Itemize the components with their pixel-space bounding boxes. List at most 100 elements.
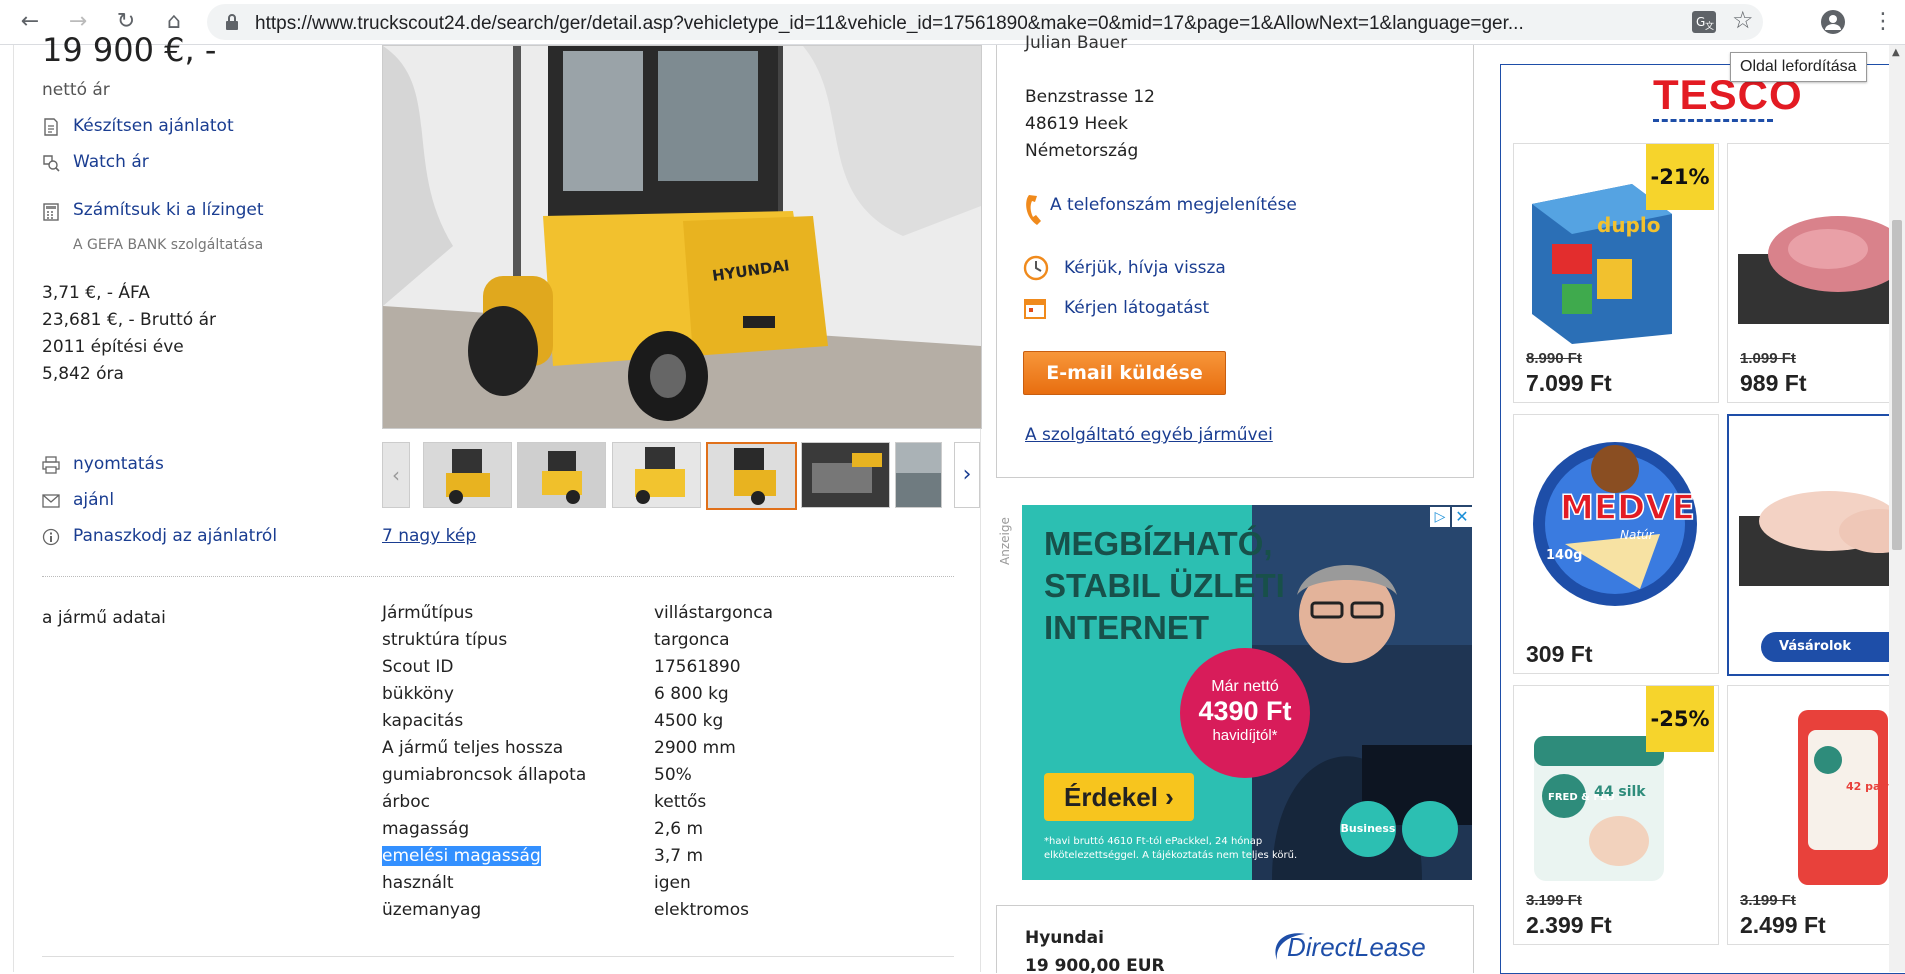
spec-value: elektromos <box>654 900 749 920</box>
ad-creative[interactable]: MEGBÍZHATÓ, STABIL ÜZLETI INTERNET Már n… <box>1022 505 1472 880</box>
svg-text:Natúr: Natúr <box>1620 528 1655 542</box>
spec-label: Scout ID <box>382 657 454 677</box>
seller-street: Benzstrasse 12 <box>1025 87 1155 107</box>
ad-close-icon[interactable]: ✕ <box>1452 507 1472 527</box>
spec-value: igen <box>654 873 691 893</box>
spec-label: bükköny <box>382 684 454 704</box>
watch-price-link[interactable]: Watch ár <box>73 152 149 172</box>
meat-image <box>1738 216 1905 324</box>
translate-tooltip: Oldal lefordítása <box>1730 52 1867 82</box>
tesco-logo-stripes <box>1653 119 1773 130</box>
ad-banner[interactable]: Anzeige MEGBÍZHATÓ, STABIL ÜZLETI INTERN… <box>996 505 1472 880</box>
specs-section-title: a jármű adatai <box>42 608 166 628</box>
ad-choices-icon[interactable]: ▷ <box>1430 507 1450 527</box>
translate-icon[interactable]: G文 <box>1691 10 1717 34</box>
scrollbar-thumb[interactable] <box>1892 220 1902 550</box>
tesco-product-5[interactable]: FRED & FLO 44 silk -25% 3.199 Ft 2.399 F… <box>1513 685 1719 945</box>
gallery-thumb-3[interactable] <box>612 442 701 508</box>
mail-icon <box>42 494 60 508</box>
seller-country: Németország <box>1025 141 1139 161</box>
ad-upc-logo <box>1402 801 1458 857</box>
gallery-thumb-4-selected[interactable] <box>706 442 797 510</box>
pants-pack-image: 42 pants <box>1798 710 1898 885</box>
tesco-product-2[interactable]: -1 1.099 Ft 989 Ft <box>1727 143 1905 403</box>
scrollbar-track[interactable]: ▲ <box>1889 45 1905 972</box>
tesco-ad[interactable]: TESCO duplo -21% 8.990 Ft 7.099 Ft -1 1.… <box>1500 64 1905 974</box>
hours-fact: 5,842 óra <box>42 364 124 384</box>
tesco-product-6[interactable]: 42 pants -2 3.199 Ft 2.499 Ft <box>1727 685 1905 945</box>
profile-icon[interactable] <box>1820 9 1846 35</box>
seller-card: Julian Bauer Benzstrasse 12 48619 Heek N… <box>996 33 1474 478</box>
show-phone-link[interactable]: A telefonszám megjelenítése <box>1050 195 1297 215</box>
spec-label: üzemanyag <box>382 900 482 920</box>
visit-request-link[interactable]: Kérjen látogatást <box>1064 298 1209 318</box>
address-bar[interactable]: https://www.truckscout24.de/search/ger/d… <box>207 4 1763 40</box>
related-make: Hyundai <box>1025 928 1104 948</box>
callback-link[interactable]: Kérjük, hívja vissza <box>1064 258 1226 278</box>
seller-name: Julian Bauer <box>1025 33 1128 53</box>
spec-label: A jármű teljes hossza <box>382 738 564 758</box>
print-link[interactable]: nyomtatás <box>73 454 164 474</box>
other-vehicles-link[interactable]: A szolgáltató egyéb járművei <box>1025 425 1273 445</box>
spec-label-selected: emelési magasság <box>382 846 541 866</box>
new-price: 2.499 Ft <box>1740 912 1826 938</box>
document-icon <box>44 118 58 136</box>
spec-label: árboc <box>382 792 430 812</box>
complain-link[interactable]: Panaszkodj az ajánlatról <box>73 526 277 546</box>
svg-text:140g: 140g <box>1546 548 1582 563</box>
new-price: 989 Ft <box>1740 370 1807 396</box>
callback-clock-icon <box>1023 255 1049 281</box>
spec-value: 50% <box>654 765 692 785</box>
phone-icon <box>1026 195 1041 225</box>
year-fact: 2011 építési éve <box>42 337 184 357</box>
main-vehicle-photo[interactable]: HYUNDAI <box>382 45 982 429</box>
gallery-thumb-6[interactable] <box>895 442 942 508</box>
spec-label: kapacitás <box>382 711 464 731</box>
price: 19 900 €, - <box>42 31 217 69</box>
tesco-product-1[interactable]: duplo -21% 8.990 Ft 7.099 Ft <box>1513 143 1719 403</box>
ad-cta-button[interactable]: Érdekel › <box>1044 773 1194 821</box>
net-price-label: nettó ár <box>42 80 110 100</box>
info-icon <box>42 528 60 546</box>
email-send-button[interactable]: E-mail küldése <box>1023 351 1226 395</box>
gross-price-fact: 23,681 €, - Bruttó ár <box>42 310 217 330</box>
watch-price-icon <box>43 155 60 172</box>
spec-value: villástargonca <box>654 603 774 623</box>
gallery-prev-button[interactable]: ‹ <box>382 442 410 508</box>
gallery-thumb-5[interactable] <box>801 442 890 508</box>
new-price: 2.399 Ft <box>1526 912 1612 938</box>
page-border-left <box>13 45 14 972</box>
leasing-link[interactable]: Számítsuk ki a lízinget <box>73 200 264 220</box>
recommend-link[interactable]: ajánl <box>73 490 114 510</box>
tesco-product-3[interactable]: MEDVE Natúr 140g 309 Ft <box>1513 414 1719 674</box>
gallery-next-button[interactable]: › <box>954 442 980 508</box>
chicken-breast-image <box>1739 491 1905 586</box>
menu-icon[interactable]: ⋮ <box>1872 6 1894 38</box>
specs-bottom-divider <box>42 956 954 957</box>
bookmark-star-icon[interactable]: ☆ <box>1732 6 1754 34</box>
lock-icon <box>226 14 238 30</box>
gallery-thumb-1[interactable] <box>423 442 512 508</box>
spec-label: használt <box>382 873 454 893</box>
spec-value: 3,7 m <box>654 846 703 866</box>
related-vehicle-card[interactable]: Hyundai 19 900,00 EUR DirectLease <box>996 905 1474 973</box>
gallery-thumb-2[interactable] <box>517 442 606 508</box>
print-icon <box>42 456 60 474</box>
discount-badge: -25% <box>1646 686 1714 752</box>
old-price: 8.990 Ft <box>1526 350 1582 367</box>
old-price: 3.199 Ft <box>1740 892 1796 909</box>
spec-value: targonca <box>654 630 730 650</box>
tesco-product-4[interactable]: -1 Vásárolok <box>1727 414 1905 676</box>
buy-button[interactable]: Vásárolok <box>1761 632 1905 662</box>
ad-footnote: *havi bruttó 4610 Ft-tól ePackkel, 24 hó… <box>1044 836 1298 861</box>
directlease-logo: DirectLease <box>1287 932 1426 962</box>
new-price: 309 Ft <box>1526 641 1593 667</box>
large-images-link[interactable]: 7 nagy kép <box>382 526 476 546</box>
ad-headline: MEGBÍZHATÓ, STABIL ÜZLETI INTERNET <box>1044 525 1285 646</box>
section-divider <box>42 576 954 577</box>
scroll-up-icon[interactable]: ▲ <box>1892 47 1900 58</box>
spec-label: struktúra típus <box>382 630 508 650</box>
make-offer-link[interactable]: Készítsen ajánlatot <box>73 116 234 136</box>
spec-value: 2900 mm <box>654 738 736 758</box>
forklift-photo: HYUNDAI <box>383 46 981 428</box>
